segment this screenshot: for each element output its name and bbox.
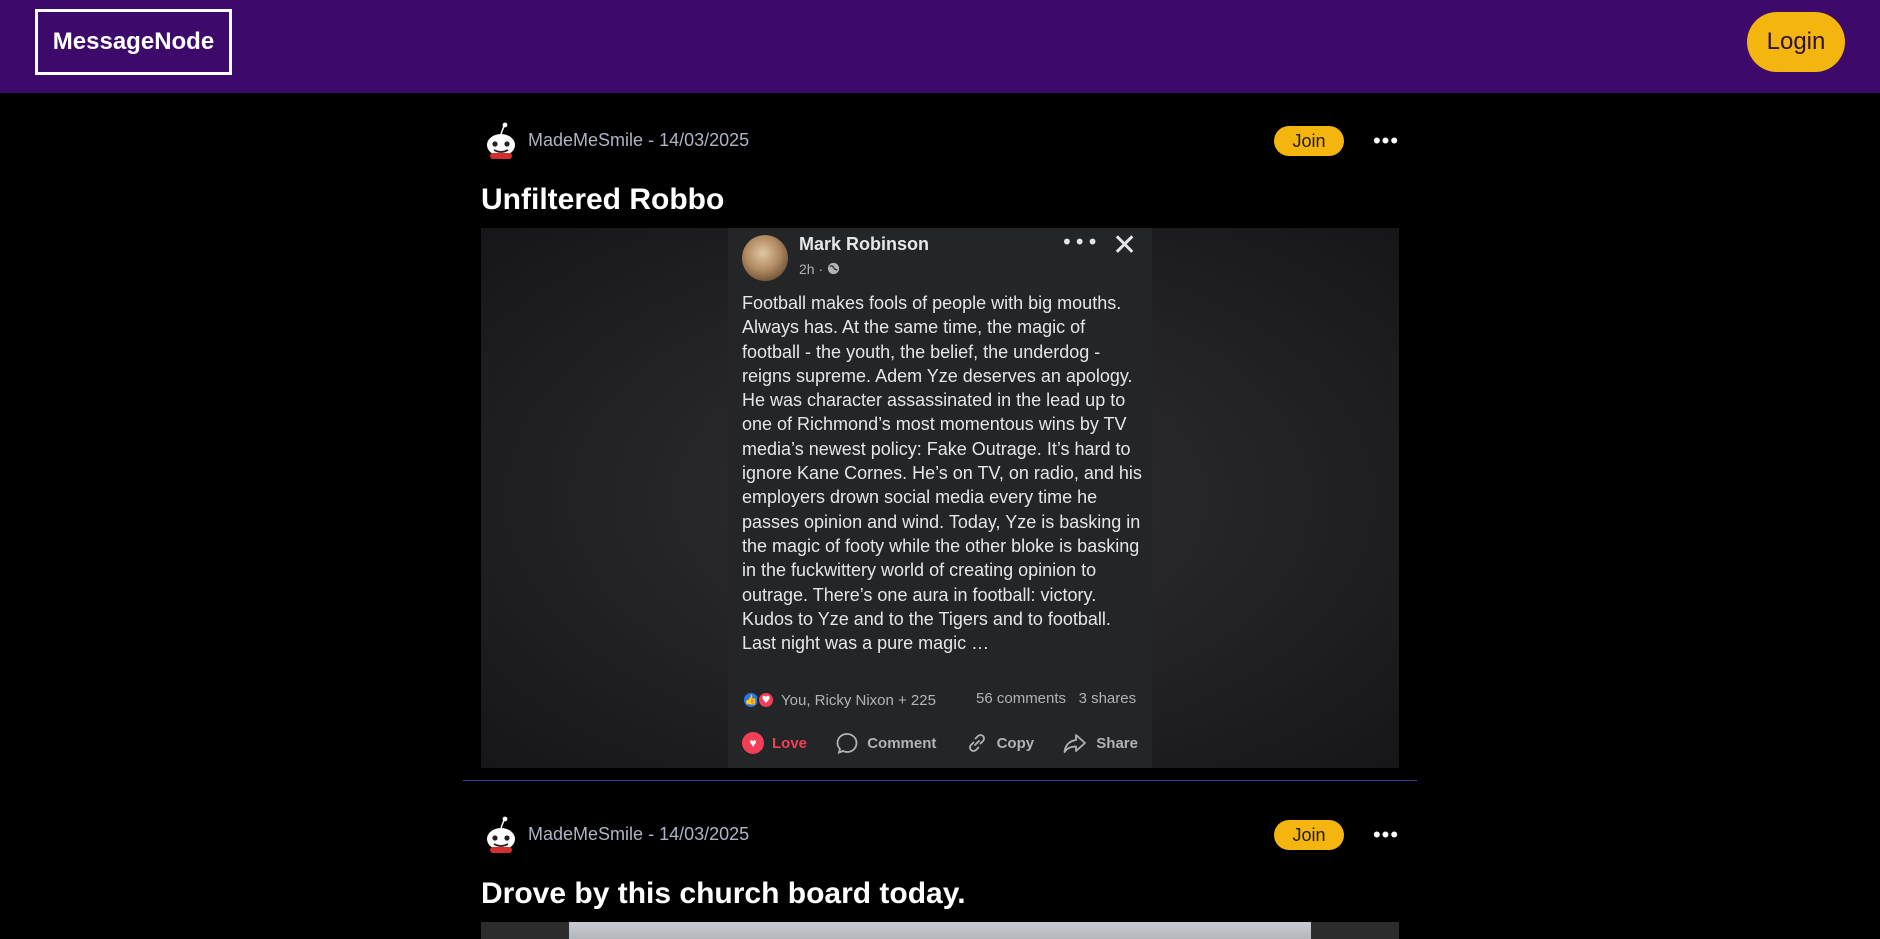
share-action-label: Share bbox=[1096, 734, 1138, 752]
meta-separator: - bbox=[648, 130, 655, 150]
engagement-counts: 56 comments 3 shares bbox=[976, 690, 1136, 707]
more-options-icon[interactable]: ••• bbox=[1371, 821, 1401, 849]
post-title[interactable]: Drove by this church board today. bbox=[481, 877, 966, 911]
comment-action-label: Comment bbox=[867, 734, 937, 752]
comment-action: Comment bbox=[835, 731, 936, 755]
share-action: Share bbox=[1062, 731, 1138, 755]
post-card: MadeMeSmile - 14/03/2025 Join ••• Unfilt… bbox=[463, 93, 1417, 783]
close-icon: ✕ bbox=[1112, 228, 1138, 263]
love-action: ♥ Love bbox=[742, 732, 807, 754]
post-date: 14/03/2025 bbox=[659, 130, 750, 150]
author-avatar bbox=[742, 235, 788, 281]
post-header: MadeMeSmile - 14/03/2025 Join ••• bbox=[481, 811, 1399, 859]
post-body-text: Football makes fools of people with big … bbox=[742, 293, 1142, 654]
post-divider bbox=[463, 780, 1417, 781]
community-avatar-icon[interactable] bbox=[481, 121, 521, 161]
more-options-icon[interactable]: ••• bbox=[1371, 127, 1401, 155]
author-name: Mark Robinson bbox=[799, 234, 930, 254]
reactions-text: You, Ricky Nixon + 225 bbox=[781, 691, 936, 709]
login-button[interactable]: Login bbox=[1747, 12, 1845, 72]
fb-action-bar: ♥ Love Comment Copy Share bbox=[742, 728, 1138, 758]
community-avatar-icon[interactable] bbox=[481, 815, 521, 855]
top-navbar: MessageNode Login bbox=[0, 0, 1880, 93]
post-time-text: 2h · bbox=[799, 261, 828, 277]
join-button[interactable]: Join bbox=[1274, 126, 1344, 156]
post-media[interactable]: Mark Robinson 2h · ••• ✕ Football makes … bbox=[481, 228, 1399, 768]
post-date: 14/03/2025 bbox=[659, 824, 750, 844]
post-title[interactable]: Unfiltered Robbo bbox=[481, 183, 724, 217]
post-header: MadeMeSmile - 14/03/2025 Join ••• bbox=[481, 117, 1399, 165]
fb-more-icon: ••• bbox=[1061, 230, 1100, 254]
globe-icon bbox=[827, 262, 840, 275]
love-icon: ♥ bbox=[742, 732, 764, 754]
love-action-label: Love bbox=[772, 734, 808, 752]
join-button[interactable]: Join bbox=[1274, 820, 1344, 850]
shares-count: 3 shares bbox=[1078, 690, 1137, 707]
love-reaction-icon: ♥ bbox=[757, 691, 775, 709]
comments-count: 56 comments bbox=[976, 690, 1067, 707]
embedded-facebook-post: Mark Robinson 2h · ••• ✕ Football makes … bbox=[728, 228, 1152, 768]
media-background bbox=[481, 922, 1399, 939]
comment-icon bbox=[835, 731, 859, 755]
copy-action: Copy bbox=[965, 731, 1035, 755]
meta-separator: - bbox=[648, 824, 655, 844]
link-icon bbox=[965, 731, 989, 755]
church-board-photo bbox=[569, 922, 1311, 939]
post-media[interactable] bbox=[481, 922, 1399, 939]
community-name[interactable]: MadeMeSmile bbox=[528, 824, 643, 844]
reactions-summary: 👍 ♥ You, Ricky Nixon + 225 bbox=[742, 689, 936, 711]
share-icon bbox=[1062, 731, 1088, 755]
copy-action-label: Copy bbox=[996, 734, 1035, 752]
post-meta: MadeMeSmile - 14/03/2025 bbox=[528, 824, 749, 845]
site-logo[interactable]: MessageNode bbox=[35, 9, 232, 75]
community-name[interactable]: MadeMeSmile bbox=[528, 130, 643, 150]
post-time: 2h · bbox=[799, 261, 840, 277]
post-card: MadeMeSmile - 14/03/2025 Join ••• Drove … bbox=[463, 787, 1417, 939]
post-meta: MadeMeSmile - 14/03/2025 bbox=[528, 130, 749, 151]
